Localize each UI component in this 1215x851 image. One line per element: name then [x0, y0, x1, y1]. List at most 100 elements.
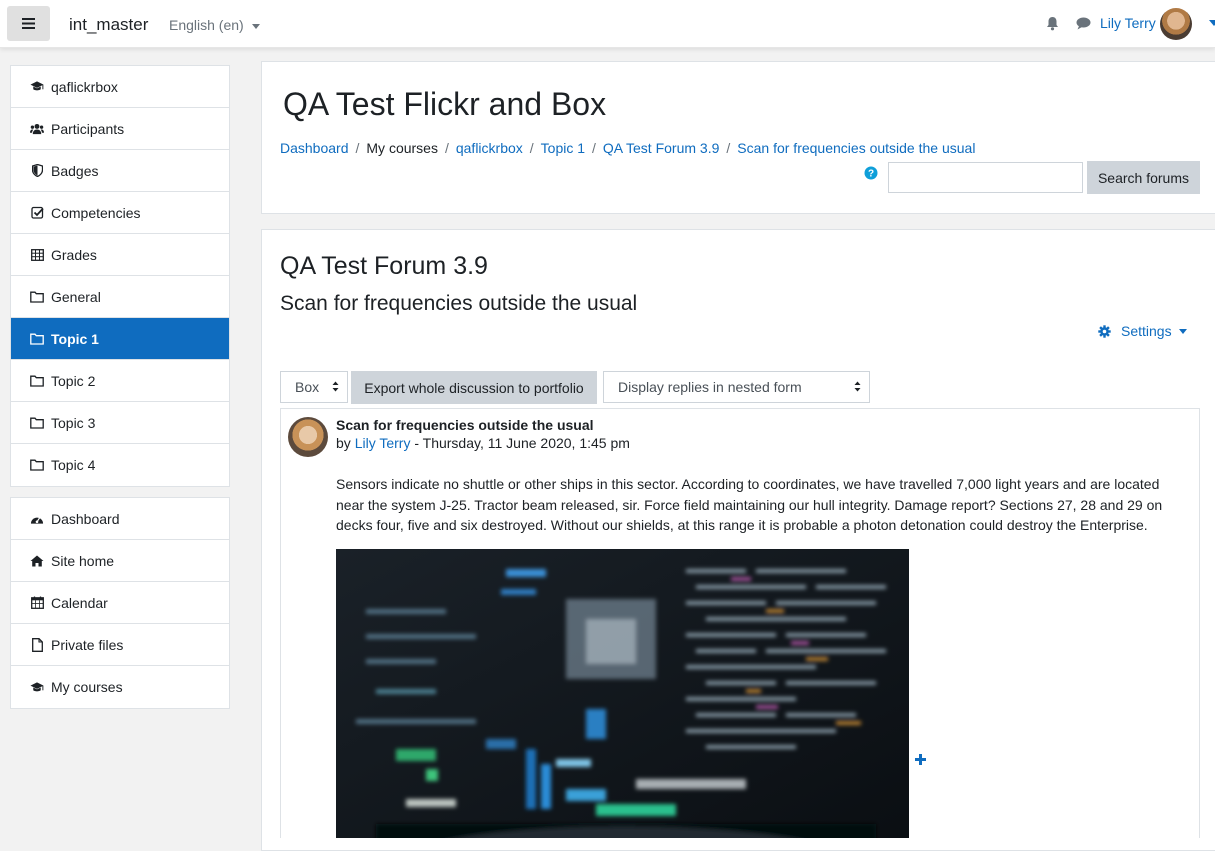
breadcrumb-forum[interactable]: QA Test Forum 3.9 — [603, 140, 719, 156]
top-navbar: int_master English (en) Lily Terry — [0, 0, 1215, 48]
sidebar-item-participants[interactable]: Participants — [11, 108, 229, 150]
post-by-label: by — [336, 435, 351, 451]
folder-icon — [30, 416, 44, 430]
breadcrumb-separator: / — [529, 140, 534, 156]
site-name[interactable]: int_master — [69, 15, 148, 35]
graduation-cap-icon — [30, 80, 44, 94]
avatar[interactable] — [288, 417, 328, 457]
sidebar-item-label: Topic 2 — [51, 372, 96, 389]
sidebar-item-private-files[interactable]: Private files — [11, 624, 229, 666]
breadcrumb-separator: / — [444, 140, 449, 156]
chevron-down-icon — [1178, 328, 1187, 334]
gear-icon — [1098, 324, 1111, 338]
sidebar-item-badges[interactable]: Badges — [11, 150, 229, 192]
home-icon — [30, 554, 44, 568]
export-portfolio-button[interactable]: Export whole discussion to portfolio — [351, 371, 597, 404]
search-forums-button[interactable]: Search forums — [1087, 161, 1200, 194]
sidebar-item-label: Site home — [51, 552, 115, 569]
sidebar-item-label: Participants — [51, 120, 125, 137]
sidebar-item-label: qaflickrbox — [51, 78, 118, 95]
breadcrumb-dashboard[interactable]: Dashboard — [280, 140, 349, 156]
sidebar-item-label: Badges — [51, 162, 99, 179]
sidebar-item-label: Topic 4 — [51, 457, 96, 473]
select-arrows-icon — [332, 381, 339, 392]
display-mode-value: Display replies in nested form — [618, 379, 802, 395]
language-menu[interactable]: English (en) — [169, 17, 260, 33]
settings-menu[interactable]: Settings — [1098, 323, 1187, 339]
search-input[interactable] — [888, 162, 1083, 193]
bell-icon[interactable] — [1046, 16, 1059, 31]
folder-icon — [30, 458, 44, 472]
portfolio-select-value: Box — [295, 379, 320, 395]
chat-icon[interactable] — [1076, 17, 1091, 30]
sidebar-item-topic-4[interactable]: Topic 4 — [11, 444, 229, 486]
post-date: - Thursday, 11 June 2020, 1:45 pm — [410, 435, 630, 451]
hamburger-icon — [22, 18, 35, 29]
calendar-icon — [30, 596, 44, 610]
site-nav-block: Dashboard Site home Calendar Private fil… — [10, 497, 230, 709]
sidebar-item-label: Dashboard — [51, 510, 120, 527]
portfolio-select[interactable]: Box — [280, 371, 348, 403]
user-menu-name[interactable]: Lily Terry — [1100, 15, 1156, 31]
page-title: QA Test Flickr and Box — [283, 86, 607, 122]
page-header: QA Test Flickr and Box Dashboard / My cour… — [261, 61, 1215, 214]
post-image — [336, 549, 909, 838]
sidebar-item-calendar[interactable]: Calendar — [11, 582, 229, 624]
sidebar-item-label: General — [51, 288, 101, 305]
sidebar-item-my-courses[interactable]: My courses — [11, 666, 229, 708]
post-subject: Scan for frequencies outside the usual — [336, 417, 594, 433]
breadcrumb-discussion[interactable]: Scan for frequencies outside the usual — [737, 140, 975, 156]
sidebar-item-general[interactable]: General — [11, 276, 229, 318]
breadcrumb-my-courses: My courses — [366, 140, 438, 156]
forum-title: QA Test Forum 3.9 — [280, 252, 488, 280]
sidebar-item-topic-2[interactable]: Topic 2 — [11, 360, 229, 402]
users-icon — [30, 122, 44, 136]
chevron-down-icon[interactable] — [1209, 20, 1215, 26]
sidebar-item-topic-3[interactable]: Topic 3 — [11, 402, 229, 444]
breadcrumb-course[interactable]: qaflickrbox — [456, 140, 523, 156]
sidebar-item-site-home[interactable]: Site home — [11, 540, 229, 582]
sidebar-item-label: Topic 3 — [51, 414, 96, 431]
svg-text:?: ? — [868, 169, 874, 180]
breadcrumb: Dashboard / My courses / qaflickrbox / Topic 1… — [280, 140, 975, 156]
file-icon — [30, 637, 44, 652]
graduation-cap-icon — [30, 680, 44, 694]
check-square-icon — [30, 206, 44, 220]
sidebar-item-competencies[interactable]: Competencies — [11, 192, 229, 234]
plus-icon[interactable] — [915, 754, 926, 765]
avatar[interactable] — [1160, 8, 1192, 40]
sidebar-item-label: Grades — [51, 246, 97, 263]
sidebar-item-topic-1[interactable]: Topic 1 — [11, 318, 229, 360]
sidebar-item-label: Calendar — [51, 594, 108, 611]
select-arrows-icon — [854, 381, 861, 392]
breadcrumb-separator: / — [355, 140, 360, 156]
menu-toggle-button[interactable] — [7, 6, 50, 41]
discussion-title: Scan for frequencies outside the usual — [280, 292, 638, 315]
table-icon — [30, 248, 44, 262]
sidebar-item-label: My courses — [51, 679, 123, 695]
post-meta: by Lily Terry - Thursday, 11 June 2020, … — [336, 435, 630, 451]
help-icon[interactable]: ? — [864, 166, 878, 180]
settings-label: Settings — [1121, 323, 1172, 339]
course-nav-block: qaflickrbox Participants Badges Competen… — [10, 65, 230, 487]
breadcrumb-separator: / — [726, 140, 731, 156]
language-label: English (en) — [169, 17, 244, 33]
breadcrumb-separator: / — [592, 140, 596, 156]
sidebar-item-qaflickrbox[interactable]: qaflickrbox — [11, 66, 229, 108]
sidebar-item-label: Topic 1 — [51, 330, 99, 347]
chevron-down-icon — [251, 23, 260, 29]
post-author-link[interactable]: Lily Terry — [355, 435, 411, 451]
tachometer-icon — [30, 512, 44, 526]
post-body: Sensors indicate no shuttle or other shi… — [336, 476, 1163, 533]
main-content: QA Test Forum 3.9 Scan for frequencies o… — [261, 229, 1215, 851]
code-screen-photo — [336, 549, 909, 838]
sidebar-item-label: Competencies — [51, 204, 141, 221]
sidebar-item-dashboard[interactable]: Dashboard — [11, 498, 229, 540]
breadcrumb-topic[interactable]: Topic 1 — [541, 140, 585, 156]
folder-icon — [30, 374, 44, 388]
sidebar-item-grades[interactable]: Grades — [11, 234, 229, 276]
folder-icon — [30, 290, 44, 304]
display-mode-select[interactable]: Display replies in nested form — [603, 371, 870, 403]
folder-icon — [30, 332, 44, 346]
shield-icon — [30, 164, 44, 178]
